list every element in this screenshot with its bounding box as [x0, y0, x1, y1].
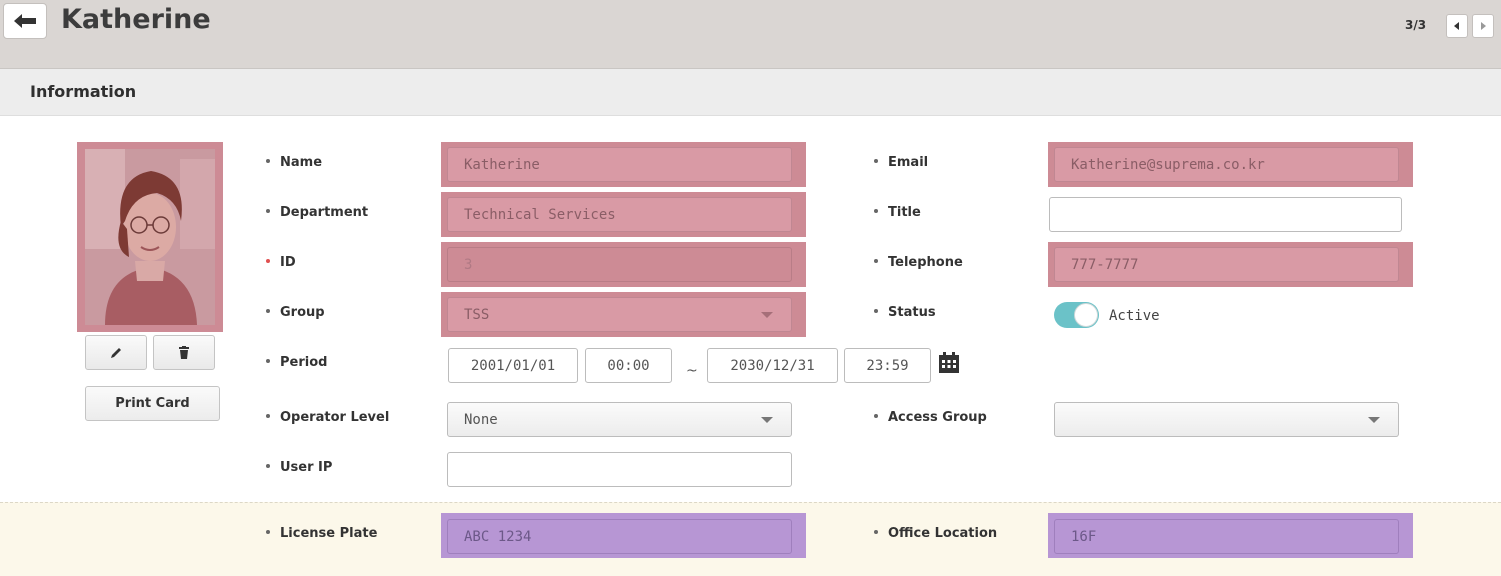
license-plate-input[interactable]: ABC 1234: [447, 519, 792, 554]
delete-photo-button[interactable]: [153, 335, 215, 370]
bullet: [874, 258, 878, 263]
user-ip-label-text: User IP: [280, 460, 333, 475]
chevron-down-icon: [1368, 417, 1380, 423]
period-separator: ~: [686, 363, 698, 379]
access-group-label-text: Access Group: [888, 410, 987, 425]
pencil-icon: [111, 347, 121, 358]
status-label: Status: [874, 305, 936, 320]
department-input[interactable]: Technical Services: [447, 197, 792, 232]
page-title: Katherine: [61, 4, 211, 35]
trash-icon: [179, 345, 189, 359]
bullet: [266, 208, 270, 213]
id-label: ID: [266, 255, 296, 270]
user-ip-label: User IP: [266, 460, 332, 475]
period-end-time[interactable]: 23:59: [844, 348, 931, 383]
caret-right-icon: [1481, 22, 1486, 30]
group-label-text: Group: [280, 305, 325, 320]
status-label-text: Status: [888, 305, 936, 320]
status-toggle[interactable]: [1054, 302, 1099, 328]
panel-header: Information: [0, 69, 1501, 116]
bullet: [266, 463, 270, 468]
bullet: [874, 208, 878, 213]
office-location-label: Office Location: [874, 526, 997, 541]
group-select-value: TSS: [464, 306, 490, 323]
telephone-label: Telephone: [874, 255, 963, 270]
chevron-down-icon: [761, 417, 773, 423]
next-button[interactable]: [1472, 14, 1494, 38]
period-label: Period: [266, 355, 327, 370]
license-plate-label-text: License Plate: [280, 526, 378, 541]
operator-level-label: Operator Level: [266, 410, 389, 425]
title-label-text: Title: [888, 205, 921, 220]
office-location-input[interactable]: 16F: [1054, 519, 1399, 554]
prev-button[interactable]: [1446, 14, 1468, 38]
caret-left-icon: [1454, 22, 1459, 30]
operator-level-value: None: [464, 411, 498, 428]
print-card-button[interactable]: Print Card: [85, 386, 220, 421]
bullet: [266, 529, 270, 534]
operator-level-select[interactable]: None: [447, 402, 792, 437]
page-counter: 3/3: [1405, 18, 1427, 32]
user-photo: [85, 149, 215, 325]
id-input: 3: [447, 247, 792, 282]
bullet: [266, 308, 270, 313]
bullet: [874, 158, 878, 163]
user-photo-frame: [77, 142, 223, 332]
department-label-text: Department: [280, 205, 369, 220]
user-ip-input[interactable]: [447, 452, 792, 487]
calendar-icon[interactable]: [938, 352, 960, 374]
title-label: Title: [874, 205, 921, 220]
bullet: [874, 529, 878, 534]
bullet: [266, 358, 270, 363]
telephone-input[interactable]: 777-7777: [1054, 247, 1399, 282]
required-bullet: [266, 258, 270, 263]
period-end-date[interactable]: 2030/12/31: [707, 348, 838, 383]
edit-photo-button[interactable]: [85, 335, 147, 370]
license-plate-label: License Plate: [266, 526, 377, 541]
panel-title: Information: [30, 82, 137, 101]
access-group-label: Access Group: [874, 410, 987, 425]
toggle-knob: [1074, 303, 1098, 327]
email-label: Email: [874, 155, 928, 170]
back-button[interactable]: [3, 3, 47, 39]
group-select[interactable]: TSS: [447, 297, 792, 332]
name-label-text: Name: [280, 155, 323, 170]
bullet: [874, 413, 878, 418]
operator-level-label-text: Operator Level: [280, 410, 390, 425]
period-start-time[interactable]: 00:00: [585, 348, 672, 383]
name-label: Name: [266, 155, 322, 170]
period-label-text: Period: [280, 355, 328, 370]
arrow-left-icon: [14, 14, 36, 28]
information-panel: Information Print Card Name Department I…: [0, 68, 1501, 576]
email-label-text: Email: [888, 155, 929, 170]
email-input[interactable]: Katherine@suprema.co.kr: [1054, 147, 1399, 182]
department-label: Department: [266, 205, 368, 220]
telephone-label-text: Telephone: [888, 255, 963, 270]
bullet: [266, 413, 270, 418]
title-input[interactable]: [1049, 197, 1402, 232]
access-group-select[interactable]: [1054, 402, 1399, 437]
group-label: Group: [266, 305, 325, 320]
chevron-down-icon: [761, 312, 773, 318]
top-bar: Katherine 3/3: [0, 0, 1501, 68]
name-input[interactable]: Katherine: [447, 147, 792, 182]
bullet: [266, 158, 270, 163]
period-start-date[interactable]: 2001/01/01: [448, 348, 578, 383]
id-label-text: ID: [280, 255, 296, 270]
bullet: [874, 308, 878, 313]
office-location-label-text: Office Location: [888, 526, 998, 541]
status-value: Active: [1109, 308, 1160, 324]
